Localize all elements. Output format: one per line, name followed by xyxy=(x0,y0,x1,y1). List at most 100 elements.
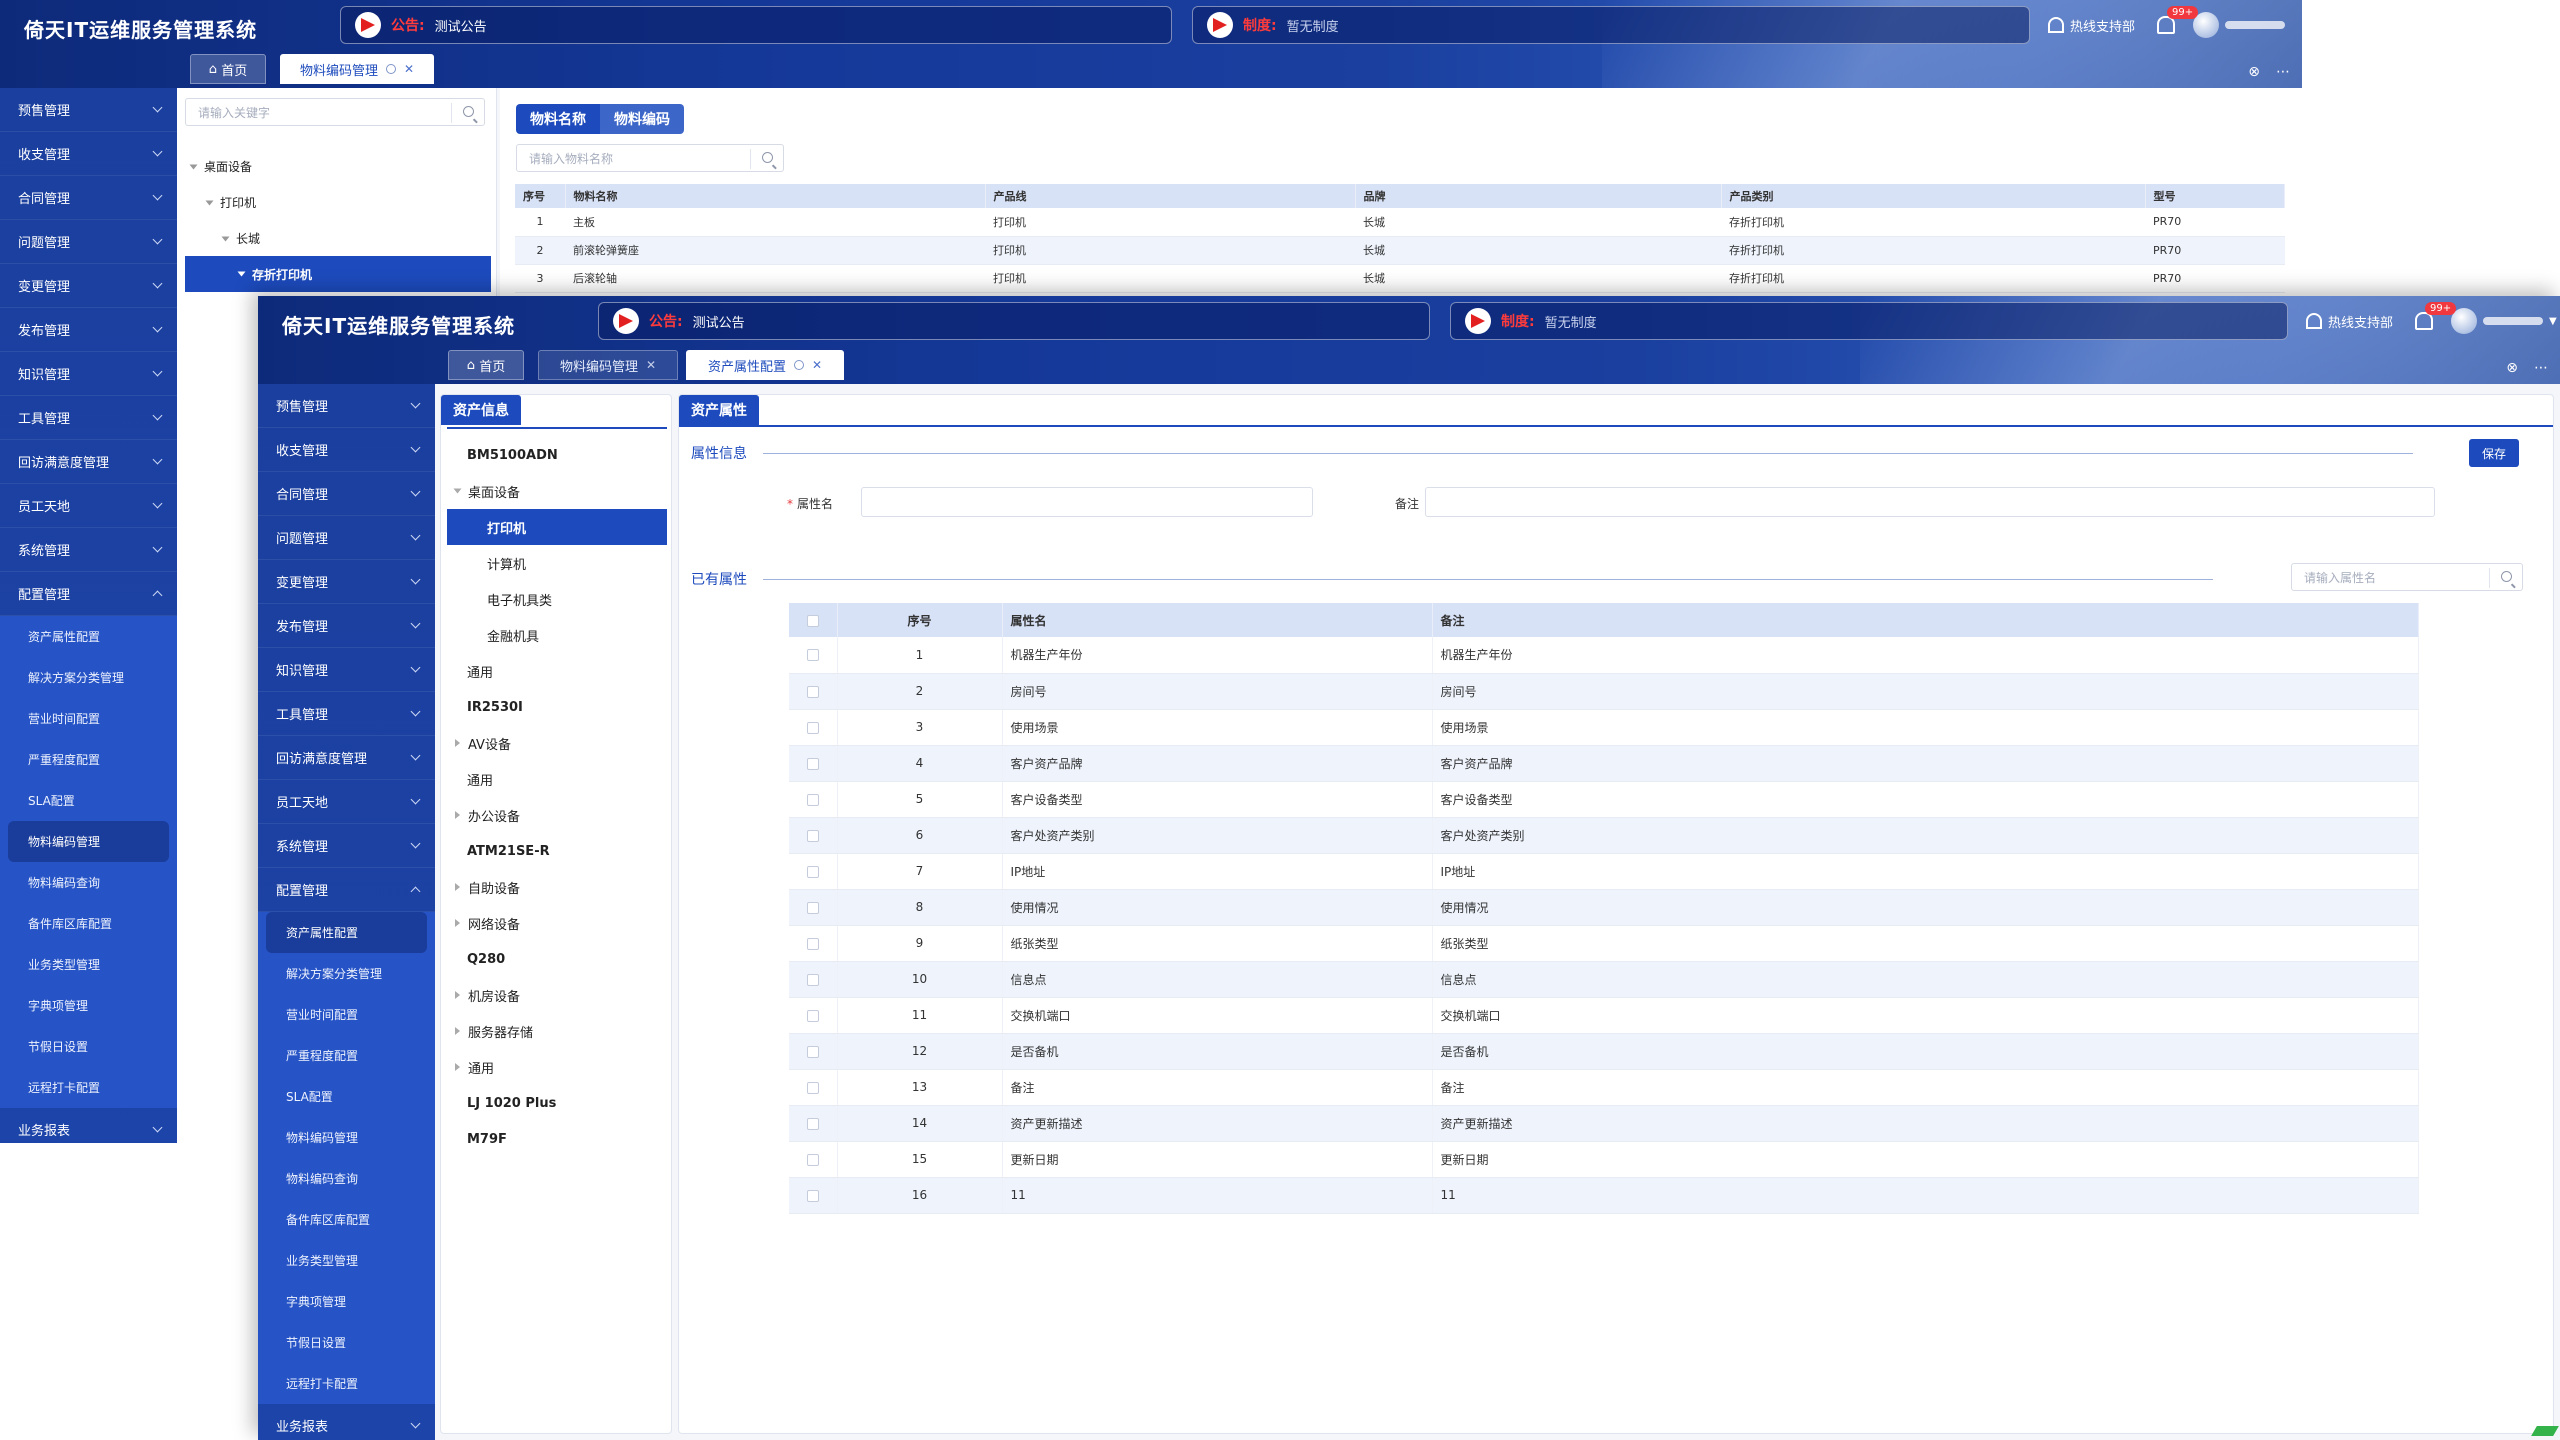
sidebar-item-report[interactable]: 业务报表 xyxy=(0,1108,177,1143)
row-checkbox[interactable] xyxy=(789,889,838,926)
row-checkbox[interactable] xyxy=(789,1033,838,1070)
sidebar-item-satisfaction[interactable]: 回访满意度管理 xyxy=(0,440,177,484)
refresh-icon[interactable] xyxy=(385,64,396,74)
sidebar-item-config[interactable]: 配置管理 xyxy=(258,868,435,912)
row-checkbox[interactable] xyxy=(789,925,838,962)
row-checkbox[interactable] xyxy=(789,673,838,710)
table-row[interactable]: 15 更新日期 更新日期 xyxy=(789,1141,2419,1178)
attr-search-input[interactable]: 请输入属性名 xyxy=(2291,563,2523,591)
tree-node[interactable]: 通用 xyxy=(447,761,667,797)
more-icon[interactable]: ⋯ xyxy=(2276,64,2290,80)
table-row[interactable]: 1 主板 打印机 长城 存折打印机 PR70 xyxy=(515,208,2285,237)
user-name[interactable] xyxy=(2483,317,2544,325)
checkbox-icon[interactable] xyxy=(806,614,819,627)
tab-material-code[interactable]: 物料编码管理 ✕ xyxy=(538,350,678,380)
table-row[interactable]: 8 使用情况 使用情况 xyxy=(789,889,2419,926)
rule-bar[interactable]: 制度: 暂无制度 xyxy=(1450,302,2288,340)
sidebar-item-problem[interactable]: 问题管理 xyxy=(258,516,435,560)
row-checkbox[interactable] xyxy=(789,1105,838,1142)
tree-node[interactable]: Q280 xyxy=(447,941,667,977)
tree-node[interactable]: M79F xyxy=(447,1121,667,1157)
chevron-down-icon[interactable]: ▼ xyxy=(2549,316,2557,327)
sidebar-item-staff[interactable]: 员工天地 xyxy=(258,780,435,824)
sidebar-item-presale[interactable]: 预售管理 xyxy=(258,384,435,428)
row-checkbox[interactable] xyxy=(789,745,838,782)
row-checkbox[interactable] xyxy=(789,853,838,890)
attr-name-input[interactable] xyxy=(861,487,1313,517)
segment-material-code[interactable]: 物料编码 xyxy=(600,104,684,134)
save-button[interactable]: 保存 xyxy=(2469,439,2519,467)
row-checkbox[interactable] xyxy=(789,1069,838,1106)
checkbox-icon[interactable] xyxy=(806,937,819,950)
tree-node-selected[interactable]: 打印机 xyxy=(447,509,667,545)
column-header[interactable]: 产品线 xyxy=(985,184,1356,208)
submenu-item[interactable]: 严重程度配置 xyxy=(258,1035,435,1076)
row-checkbox[interactable] xyxy=(789,817,838,854)
hotline-button[interactable]: 热线支持部 xyxy=(2306,312,2393,331)
table-row[interactable]: 12 是否备机 是否备机 xyxy=(789,1033,2419,1070)
column-header[interactable]: 品牌 xyxy=(1355,184,1722,208)
checkbox-icon[interactable] xyxy=(806,1009,819,1022)
close-icon[interactable]: ✕ xyxy=(646,358,656,372)
column-header[interactable]: 产品类别 xyxy=(1721,184,2146,208)
sidebar-item-presale[interactable]: 预售管理 xyxy=(0,88,177,132)
submenu-item[interactable]: 字典项管理 xyxy=(258,1281,435,1322)
submenu-item[interactable]: 字典项管理 xyxy=(0,985,177,1026)
table-row[interactable]: 5 客户设备类型 客户设备类型 xyxy=(789,781,2419,818)
submenu-item[interactable]: 解决方案分类管理 xyxy=(0,657,177,698)
submenu-item[interactable]: 备件库区库配置 xyxy=(0,903,177,944)
row-checkbox[interactable] xyxy=(789,961,838,998)
submenu-item[interactable]: 备件库区库配置 xyxy=(258,1199,435,1240)
checkbox-icon[interactable] xyxy=(806,901,819,914)
tree-node-passbook-printer[interactable]: 存折打印机 xyxy=(185,256,491,292)
sidebar-item-change[interactable]: 变更管理 xyxy=(0,264,177,308)
submenu-item[interactable]: 节假日设置 xyxy=(0,1026,177,1067)
search-icon[interactable] xyxy=(463,106,474,117)
submenu-item[interactable]: 节假日设置 xyxy=(258,1322,435,1363)
row-checkbox[interactable] xyxy=(789,781,838,818)
submenu-item[interactable]: 业务类型管理 xyxy=(258,1240,435,1281)
row-checkbox[interactable] xyxy=(789,709,838,746)
tree-node[interactable]: IR2530I xyxy=(447,689,667,725)
sidebar-item-knowledge[interactable]: 知识管理 xyxy=(0,352,177,396)
tree-node[interactable]: AV设备 xyxy=(447,725,667,761)
table-row[interactable]: 2 房间号 房间号 xyxy=(789,673,2419,710)
close-all-icon[interactable]: ⊗ xyxy=(2506,360,2518,376)
table-row[interactable]: 9 纸张类型 纸张类型 xyxy=(789,925,2419,962)
tree-node[interactable]: BM5100ADN xyxy=(447,437,667,473)
table-row[interactable]: 1 机器生产年份 机器生产年份 xyxy=(789,637,2419,674)
more-icon[interactable]: ⋯ xyxy=(2534,360,2548,376)
column-header[interactable]: 型号 xyxy=(2145,184,2285,208)
sidebar-item-problem[interactable]: 问题管理 xyxy=(0,220,177,264)
sidebar-item-finance[interactable]: 收支管理 xyxy=(0,132,177,176)
tab-asset-attribute[interactable]: 资产属性配置 ✕ xyxy=(686,350,844,380)
submenu-item[interactable]: 远程打卡配置 xyxy=(0,1067,177,1108)
checkbox-icon[interactable] xyxy=(806,793,819,806)
tree-node[interactable]: 电子机具类 xyxy=(447,581,667,617)
checkbox-icon[interactable] xyxy=(806,649,819,662)
segment-material-name[interactable]: 物料名称 xyxy=(516,104,600,134)
sidebar-item-staff[interactable]: 员工天地 xyxy=(0,484,177,528)
sidebar-item-finance[interactable]: 收支管理 xyxy=(258,428,435,472)
tree-node[interactable]: 网络设备 xyxy=(447,905,667,941)
tree-node[interactable]: 服务器存储 xyxy=(447,1013,667,1049)
search-icon[interactable] xyxy=(762,152,773,163)
sidebar-item-knowledge[interactable]: 知识管理 xyxy=(258,648,435,692)
checkbox-icon[interactable] xyxy=(806,829,819,842)
table-row[interactable]: 16 11 11 xyxy=(789,1177,2419,1214)
close-all-icon[interactable]: ⊗ xyxy=(2248,64,2260,80)
checkbox-icon[interactable] xyxy=(806,685,819,698)
table-row[interactable]: 10 信息点 信息点 xyxy=(789,961,2419,998)
checkbox-icon[interactable] xyxy=(806,1153,819,1166)
select-all-checkbox[interactable] xyxy=(789,603,838,637)
tree-node[interactable]: 金融机具 xyxy=(447,617,667,653)
checkbox-icon[interactable] xyxy=(806,1117,819,1130)
sidebar-item-release[interactable]: 发布管理 xyxy=(258,604,435,648)
bell-icon[interactable]: 99+ xyxy=(2157,6,2199,34)
column-header[interactable]: 物料名称 xyxy=(565,184,986,208)
sidebar-item-contract[interactable]: 合同管理 xyxy=(258,472,435,516)
row-checkbox[interactable] xyxy=(789,1141,838,1178)
notice-bar[interactable]: 公告: 测试公告 xyxy=(340,6,1172,44)
tab-home[interactable]: ⌂ 首页 xyxy=(448,350,524,380)
sidebar-item-change[interactable]: 变更管理 xyxy=(258,560,435,604)
